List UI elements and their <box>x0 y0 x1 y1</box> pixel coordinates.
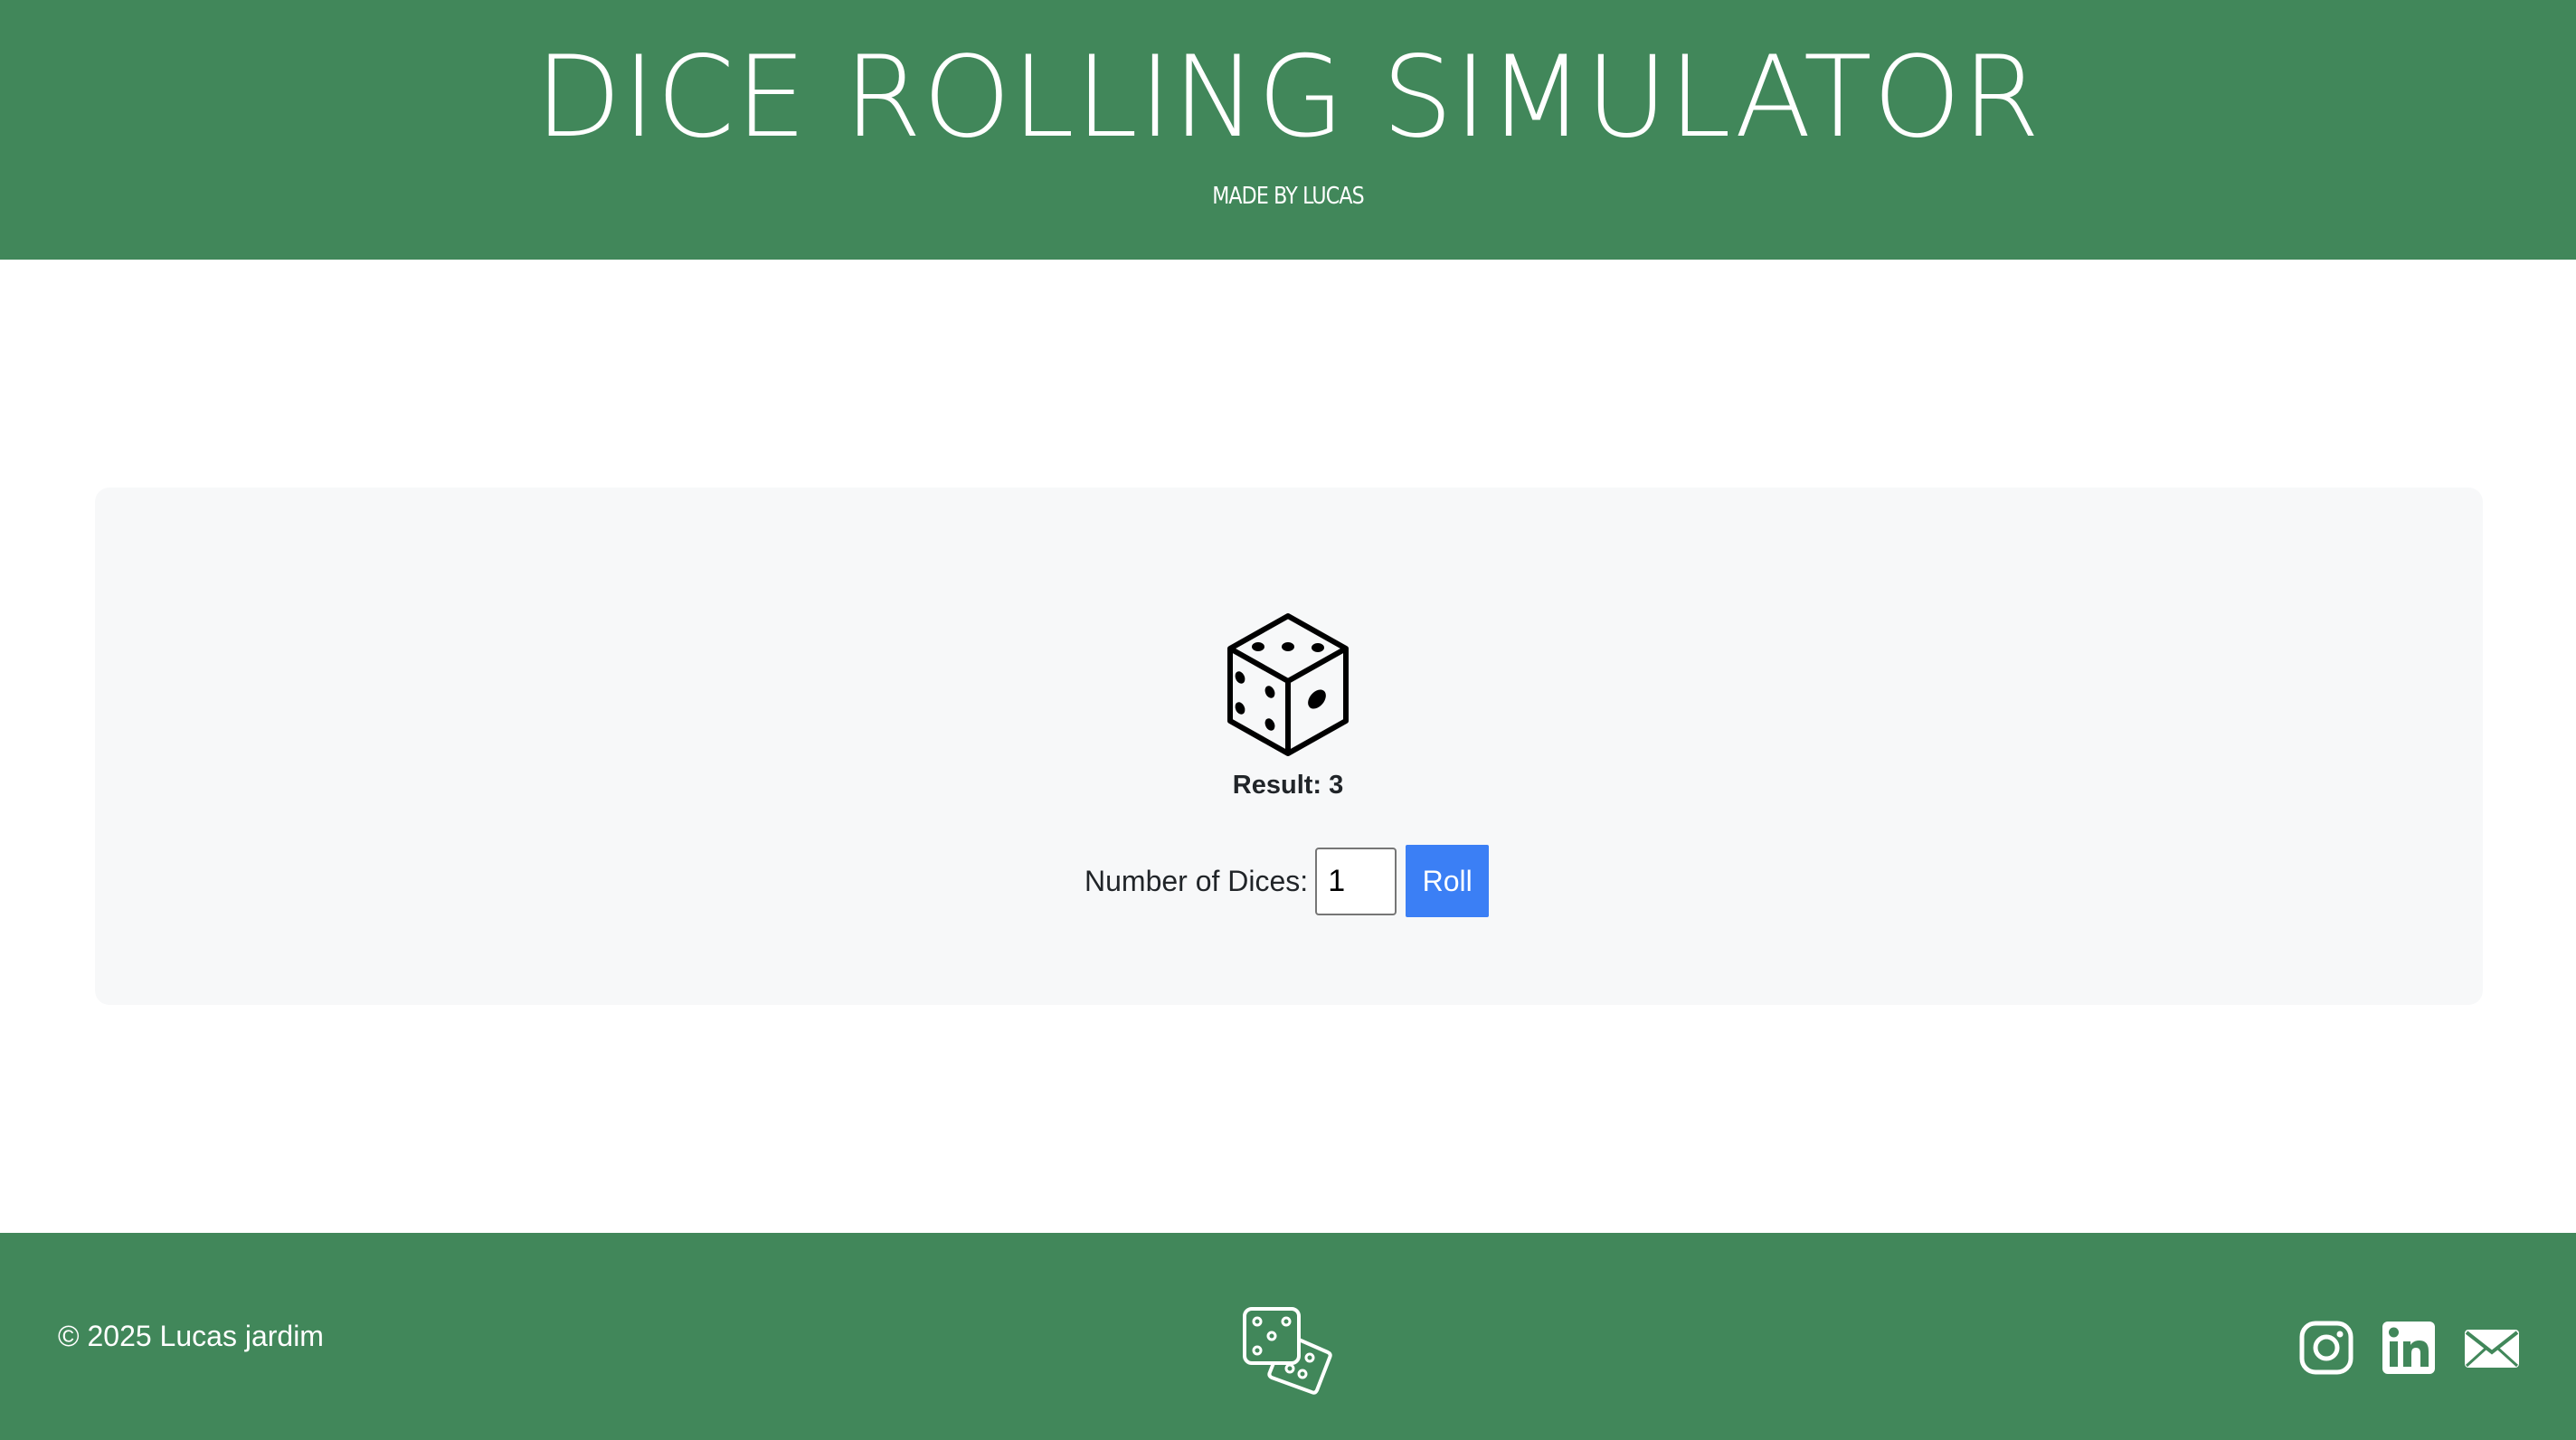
roll-button[interactable]: Roll <box>1406 845 1490 917</box>
copyright-text: © 2025 Lucas jardim <box>58 1320 324 1352</box>
roll-result: Result: 3 <box>0 767 2576 803</box>
dice-three-icon <box>1227 613 1349 756</box>
dice-pair-icon <box>1243 1307 1332 1395</box>
dice-count-label: Number of Dices: <box>1084 864 1309 897</box>
linkedin-icon[interactable] <box>2381 1320 2437 1376</box>
result-label: Result: <box>1232 771 1322 800</box>
dice-count-input[interactable] <box>1315 847 1397 915</box>
mail-icon[interactable] <box>2464 1320 2520 1376</box>
page-title: DICE ROLLING SIMULATOR <box>535 33 2041 163</box>
instagram-icon[interactable] <box>2298 1320 2354 1376</box>
site-footer: © 2025 Lucas jardim <box>0 1233 2576 1440</box>
roll-controls: Number of Dices: Roll <box>0 845 2576 917</box>
page-subtitle: MADE BY LUCAS <box>1212 183 1364 210</box>
result-value: 3 <box>1329 771 1344 800</box>
site-header: DICE ROLLING SIMULATOR MADE BY LUCAS <box>0 0 2576 260</box>
